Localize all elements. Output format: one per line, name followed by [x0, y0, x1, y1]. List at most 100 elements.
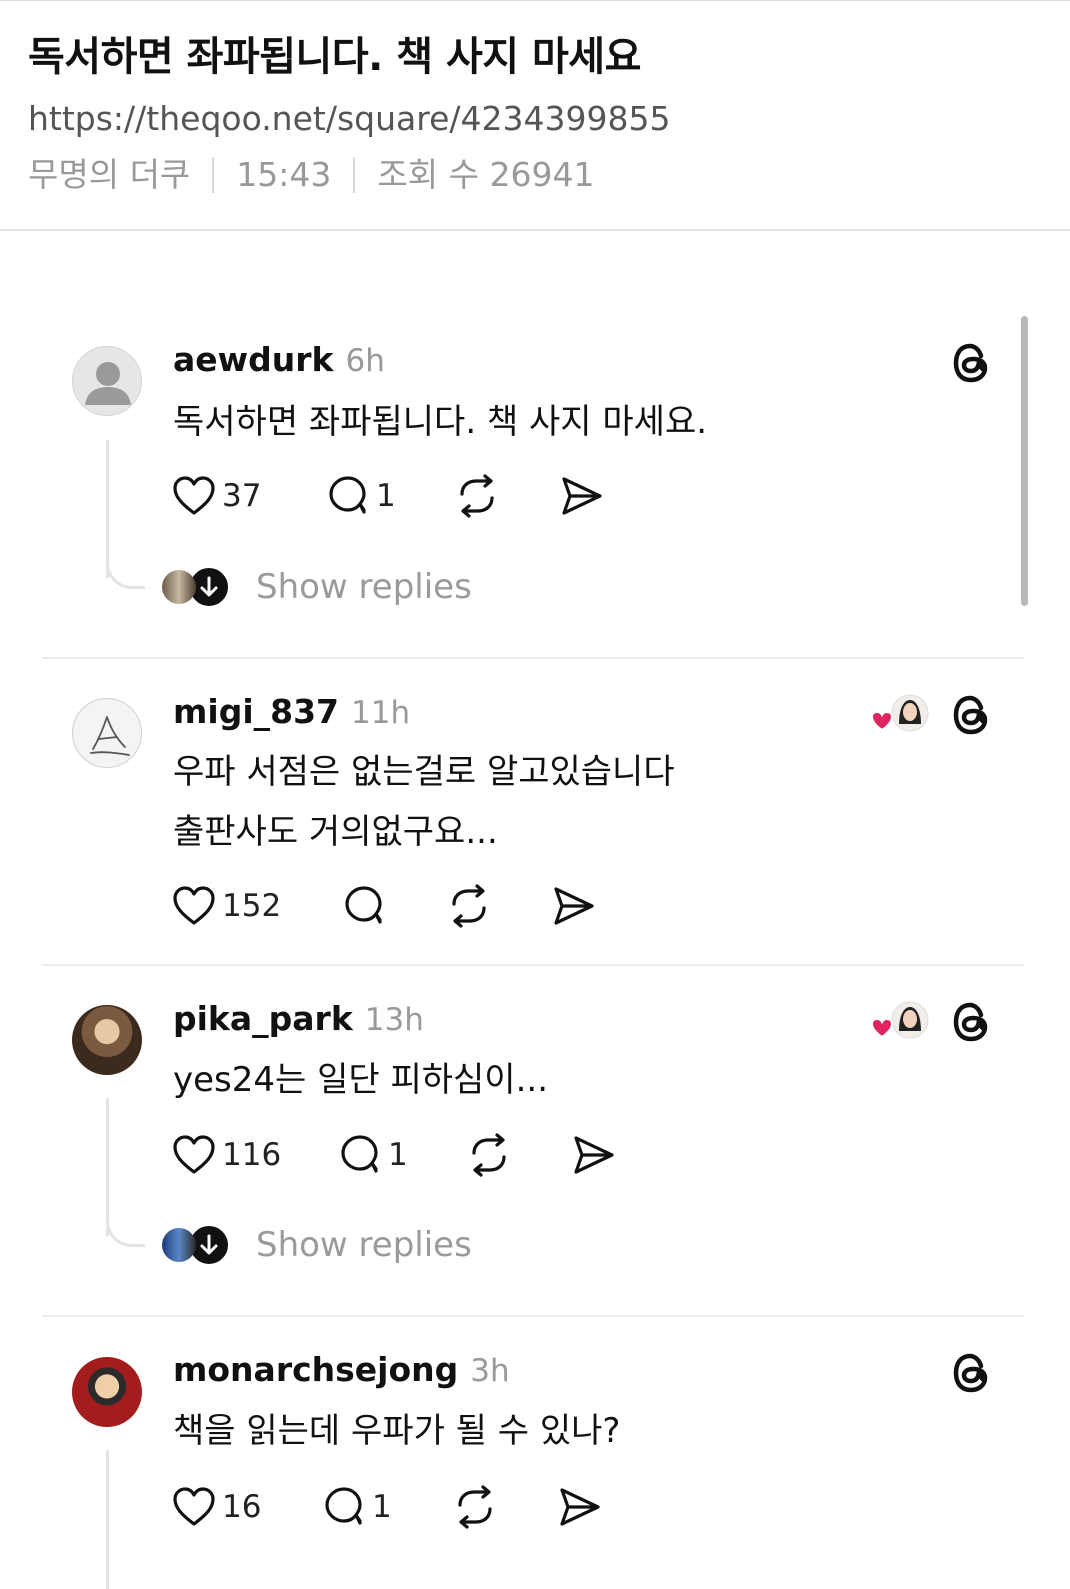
post-line: 독서하면 좌파됩니다. 책 사지 마세요. — [173, 402, 708, 442]
comment-icon — [341, 1135, 378, 1173]
post-text: 우파 서점은 없는걸로 알고있습니다 출판사도 거의없구요... — [173, 742, 675, 862]
show-replies-row[interactable]: Show replies — [162, 1223, 472, 1267]
post-time: 3h — [470, 1353, 510, 1389]
like-button[interactable]: 37 — [172, 474, 261, 518]
post-time: 13h — [364, 1002, 424, 1038]
avatar[interactable] — [72, 698, 142, 768]
liker-avatar-heart-icon — [870, 1001, 929, 1039]
reply-count: 1 — [372, 1489, 392, 1525]
post-separator — [42, 964, 1024, 966]
post-separator — [42, 657, 1024, 659]
article-meta: 무명의 더쿠 15:43 조회 수 26941 — [28, 152, 1050, 198]
send-icon — [574, 1136, 614, 1174]
reply-avatar — [162, 570, 196, 604]
heart-icon — [173, 1135, 215, 1174]
article-header: 독서하면 좌파됩니다. 책 사지 마세요 https://theqoo.net/… — [28, 28, 1050, 198]
reply-count: 1 — [376, 478, 396, 514]
username[interactable]: aewdurk — [173, 340, 333, 379]
liker-avatar-heart-icon — [870, 694, 929, 732]
send-icon — [554, 887, 594, 925]
like-count: 152 — [222, 888, 282, 924]
repost-button[interactable] — [454, 474, 500, 518]
top-border — [0, 0, 1070, 1]
post-separator — [42, 1315, 1024, 1317]
post-header: monarchsejong 3h — [173, 1350, 510, 1389]
share-button[interactable] — [556, 1485, 602, 1529]
show-replies-button[interactable]: Show replies — [256, 567, 472, 607]
thread-curve — [106, 1220, 145, 1247]
meta-divider — [212, 157, 215, 193]
repost-button[interactable] — [466, 1133, 512, 1177]
article-title: 독서하면 좌파됩니다. 책 사지 마세요 — [28, 34, 641, 80]
article-time: 15:43 — [236, 155, 332, 194]
reply-button[interactable]: 1 — [322, 1485, 392, 1529]
share-button[interactable] — [558, 474, 604, 518]
repost-icon — [458, 1485, 492, 1529]
reply-button[interactable]: 1 — [326, 474, 396, 518]
post-line: 출판사도 거의없구요... — [173, 812, 498, 852]
reply-button[interactable] — [342, 884, 392, 928]
post-header: pika_park 13h — [173, 999, 424, 1038]
post-line: 우파 서점은 없는걸로 알고있습니다 — [173, 752, 675, 792]
like-count: 116 — [222, 1137, 282, 1173]
threads-icon[interactable] — [948, 692, 994, 738]
threads-icon[interactable] — [948, 340, 994, 386]
heart-icon — [173, 1487, 215, 1526]
header-divider — [0, 229, 1070, 231]
send-icon — [560, 1488, 600, 1526]
share-button[interactable] — [550, 884, 596, 928]
repost-icon — [472, 1133, 506, 1177]
default-user-icon — [85, 362, 131, 405]
send-icon — [562, 477, 602, 515]
comment-icon — [329, 476, 366, 514]
thread-line — [106, 440, 109, 578]
threads-icon[interactable] — [948, 999, 994, 1045]
like-button[interactable]: 116 — [172, 1133, 281, 1177]
post-text: 책을 읽는데 우파가 될 수 있나? — [173, 1401, 620, 1461]
liked-by-indicator — [870, 1001, 930, 1041]
username[interactable]: pika_park — [173, 999, 353, 1038]
post-header: aewdurk 6h — [173, 340, 385, 379]
thread-line — [106, 1450, 109, 1589]
like-count: 16 — [222, 1489, 262, 1525]
comment-icon — [325, 1487, 362, 1525]
comment-icon — [345, 886, 382, 924]
post-line: 책을 읽는데 우파가 될 수 있나? — [173, 1411, 621, 1451]
like-count: 37 — [222, 478, 262, 514]
repost-button[interactable] — [446, 884, 492, 928]
post-time: 6h — [345, 343, 385, 379]
article-views: 조회 수 26941 — [377, 155, 595, 194]
thread-curve — [106, 562, 145, 589]
meta-divider — [353, 157, 356, 193]
post-line: yes24는 일단 피하심이... — [173, 1060, 549, 1100]
reply-count: 1 — [388, 1137, 408, 1173]
show-replies-row[interactable]: Show replies — [162, 565, 472, 609]
post-text: yes24는 일단 피하심이... — [173, 1050, 548, 1110]
threads-icon[interactable] — [948, 1350, 994, 1396]
heart-icon — [173, 476, 215, 515]
article-url[interactable]: https://theqoo.net/square/4234399855 — [28, 96, 1050, 142]
reply-avatar — [162, 1228, 196, 1262]
article-author: 무명의 더쿠 — [28, 155, 191, 194]
show-replies-button[interactable]: Show replies — [256, 1225, 472, 1265]
repost-button[interactable] — [452, 1485, 498, 1529]
avatar[interactable] — [72, 1357, 142, 1427]
avatar[interactable] — [72, 1005, 142, 1075]
repost-icon — [460, 474, 494, 518]
share-button[interactable] — [570, 1133, 616, 1177]
username[interactable]: migi_837 — [173, 692, 339, 731]
scrollbar[interactable] — [1021, 316, 1028, 606]
heart-icon — [173, 886, 215, 925]
post-time: 11h — [351, 695, 411, 731]
avatar[interactable] — [72, 346, 142, 416]
like-button[interactable]: 16 — [172, 1485, 261, 1529]
reply-button[interactable]: 1 — [338, 1133, 408, 1177]
repost-icon — [452, 884, 486, 928]
sketch-avatar-icon — [90, 716, 130, 756]
thread-line — [106, 1098, 109, 1236]
liked-by-indicator — [870, 694, 930, 734]
like-button[interactable]: 152 — [172, 884, 281, 928]
post-header: migi_837 11h — [173, 692, 410, 731]
username[interactable]: monarchsejong — [173, 1350, 458, 1389]
post-text: 독서하면 좌파됩니다. 책 사지 마세요. — [173, 392, 707, 452]
